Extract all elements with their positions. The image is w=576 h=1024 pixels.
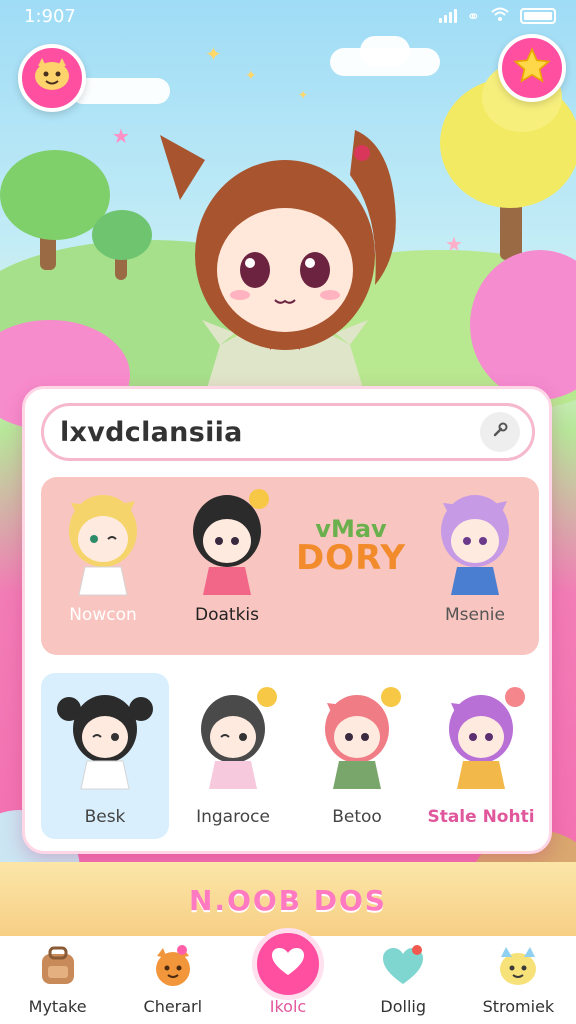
link-icon: ⚭	[466, 6, 480, 26]
search-button[interactable]	[480, 412, 520, 452]
character-card-betoo[interactable]: Betoo	[295, 673, 419, 839]
battery-icon	[520, 8, 556, 24]
nav-item-stromiek[interactable]: Stromiek	[461, 936, 576, 1024]
bottom-navigation: Mytake Cherarl Ikolc Dollig Stromiek	[0, 928, 576, 1024]
nav-label: Dollig	[380, 997, 426, 1016]
pink-catgirl-illustration	[325, 687, 401, 789]
nav-item-dollig[interactable]: Dollig	[346, 936, 461, 1024]
character-label: Doatkis	[195, 605, 259, 625]
character-label: Msenie	[445, 605, 505, 625]
character-card-doatkis[interactable]: Doatkis	[165, 477, 289, 655]
backpack-icon	[34, 942, 82, 994]
blonde-catgirl-illustration	[69, 495, 137, 596]
black-pigtails-girl-illustration	[57, 695, 153, 790]
nav-item-mytake[interactable]: Mytake	[0, 936, 115, 1024]
character-label: Stale Nohti	[427, 807, 535, 827]
status-time: 1:907	[24, 5, 76, 27]
character-label: Besk	[84, 807, 126, 827]
character-label: Ingaroce	[196, 807, 270, 827]
black-hair-girl-illustration	[193, 489, 269, 595]
character-label: Nowcon	[69, 605, 137, 625]
may-dory-logo: vMav DORY	[295, 515, 407, 578]
heart-gem-icon	[379, 942, 427, 994]
nav-center-button[interactable]	[252, 928, 324, 1000]
chat-creature-icon	[30, 56, 74, 100]
characters-row: Besk Ingaroce Betoo Stale Nohti	[41, 673, 539, 839]
character-picker-panel: lxvdclansiia Nowcon Doatkis vMav DORY Ms…	[22, 386, 552, 854]
character-card-ingaroce[interactable]: Ingaroce	[171, 673, 295, 839]
may-dory-logo-card[interactable]: vMav DORY	[289, 477, 413, 655]
grey-hair-girl-illustration	[201, 687, 277, 789]
banner-title: N.OOB DOS	[189, 884, 387, 917]
character-card-besk[interactable]: Besk	[41, 673, 169, 839]
heart-icon	[271, 947, 305, 981]
nav-label: Cherarl	[143, 997, 203, 1016]
wrench-icon	[490, 420, 510, 444]
chat-bubble-button[interactable]	[18, 44, 86, 112]
character-card-nowcon[interactable]: Nowcon	[41, 477, 165, 655]
character-label: Betoo	[332, 807, 382, 827]
nav-label: Mytake	[28, 997, 87, 1016]
search-bar[interactable]: lxvdclansiia	[41, 403, 535, 461]
featured-characters-row: Nowcon Doatkis vMav DORY Msenie	[41, 477, 539, 655]
nav-item-cherarl[interactable]: Cherarl	[115, 936, 230, 1024]
character-card-stale-nohti[interactable]: Stale Nohti	[419, 673, 543, 839]
search-input[interactable]: lxvdclansiia	[60, 417, 480, 448]
nav-label: Stromiek	[482, 997, 555, 1016]
wifi-icon	[490, 6, 510, 27]
purple-hair-girl-illustration	[449, 687, 525, 789]
nav-item-ikolc[interactable]: Ikolc	[230, 928, 345, 1024]
nav-label: Ikolc	[269, 997, 307, 1016]
character-card-msenie[interactable]: Msenie	[413, 477, 537, 655]
favorites-star-button[interactable]	[498, 34, 566, 102]
purple-catgirl-illustration	[441, 495, 509, 595]
signal-icon	[438, 9, 457, 23]
cat-face-icon	[149, 942, 197, 994]
creature-icon	[494, 942, 542, 994]
status-bar: 1:907 ⚭	[0, 0, 576, 32]
star-icon	[512, 46, 552, 90]
mascot-girl-illustration	[150, 105, 420, 395]
